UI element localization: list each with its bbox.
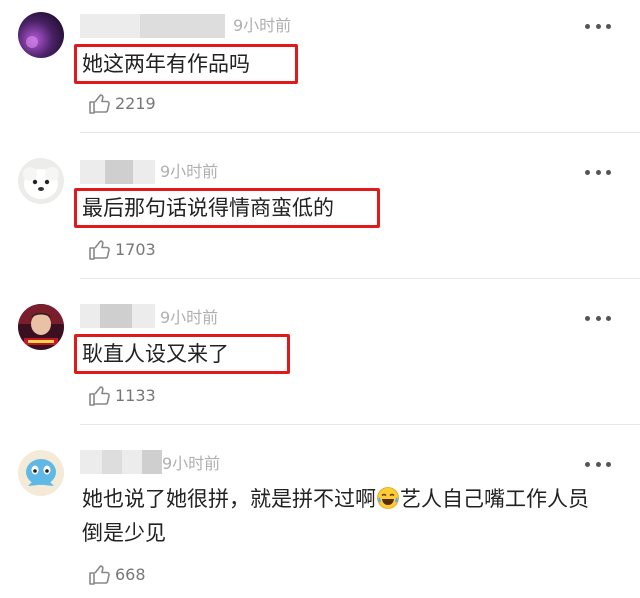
- username-blurred[interactable]: [80, 450, 162, 474]
- comment-text: 最后那句话说得情商蛮低的: [82, 196, 334, 220]
- username-blurred[interactable]: [80, 304, 155, 328]
- like-button[interactable]: 1133: [88, 384, 156, 408]
- more-options-icon[interactable]: [585, 168, 611, 176]
- avatar[interactable]: [18, 12, 64, 58]
- username-blurred[interactable]: [80, 160, 155, 184]
- like-button[interactable]: 1703: [88, 238, 156, 262]
- like-count: 1703: [115, 240, 156, 259]
- divider: [80, 424, 640, 425]
- comment-text-part: 她也说了她很拼，就是拼不过啊: [82, 487, 376, 511]
- avatar[interactable]: [18, 304, 64, 350]
- tears-of-joy-emoji-icon: [376, 486, 400, 510]
- like-button[interactable]: 668: [88, 563, 146, 587]
- more-options-icon[interactable]: [585, 22, 611, 30]
- avatar[interactable]: [18, 158, 64, 204]
- like-button[interactable]: 2219: [88, 92, 156, 116]
- avatar[interactable]: [18, 450, 64, 496]
- thumbs-up-icon: [88, 563, 112, 587]
- divider: [80, 278, 640, 279]
- timestamp: 9小时前: [160, 162, 219, 181]
- like-count: 2219: [115, 94, 156, 113]
- more-options-icon[interactable]: [585, 314, 611, 322]
- like-count: 668: [115, 565, 146, 584]
- timestamp: 9小时前: [233, 16, 292, 35]
- more-options-icon[interactable]: [585, 460, 611, 468]
- thumbs-up-icon: [88, 384, 112, 408]
- like-count: 1133: [115, 386, 156, 405]
- timestamp: 9小时前: [160, 308, 219, 327]
- username-blurred[interactable]: [80, 14, 230, 38]
- timestamp: 9小时前: [162, 454, 221, 473]
- comment-text: 耿直人设又来了: [82, 342, 229, 366]
- divider: [80, 132, 640, 133]
- thumbs-up-icon: [88, 238, 112, 262]
- comment-text: 她也说了她很拼，就是拼不过啊 艺人自己嘴工作人员倒是少见: [82, 482, 602, 550]
- thumbs-up-icon: [88, 92, 112, 116]
- comment-text: 她这两年有作品吗: [82, 52, 250, 76]
